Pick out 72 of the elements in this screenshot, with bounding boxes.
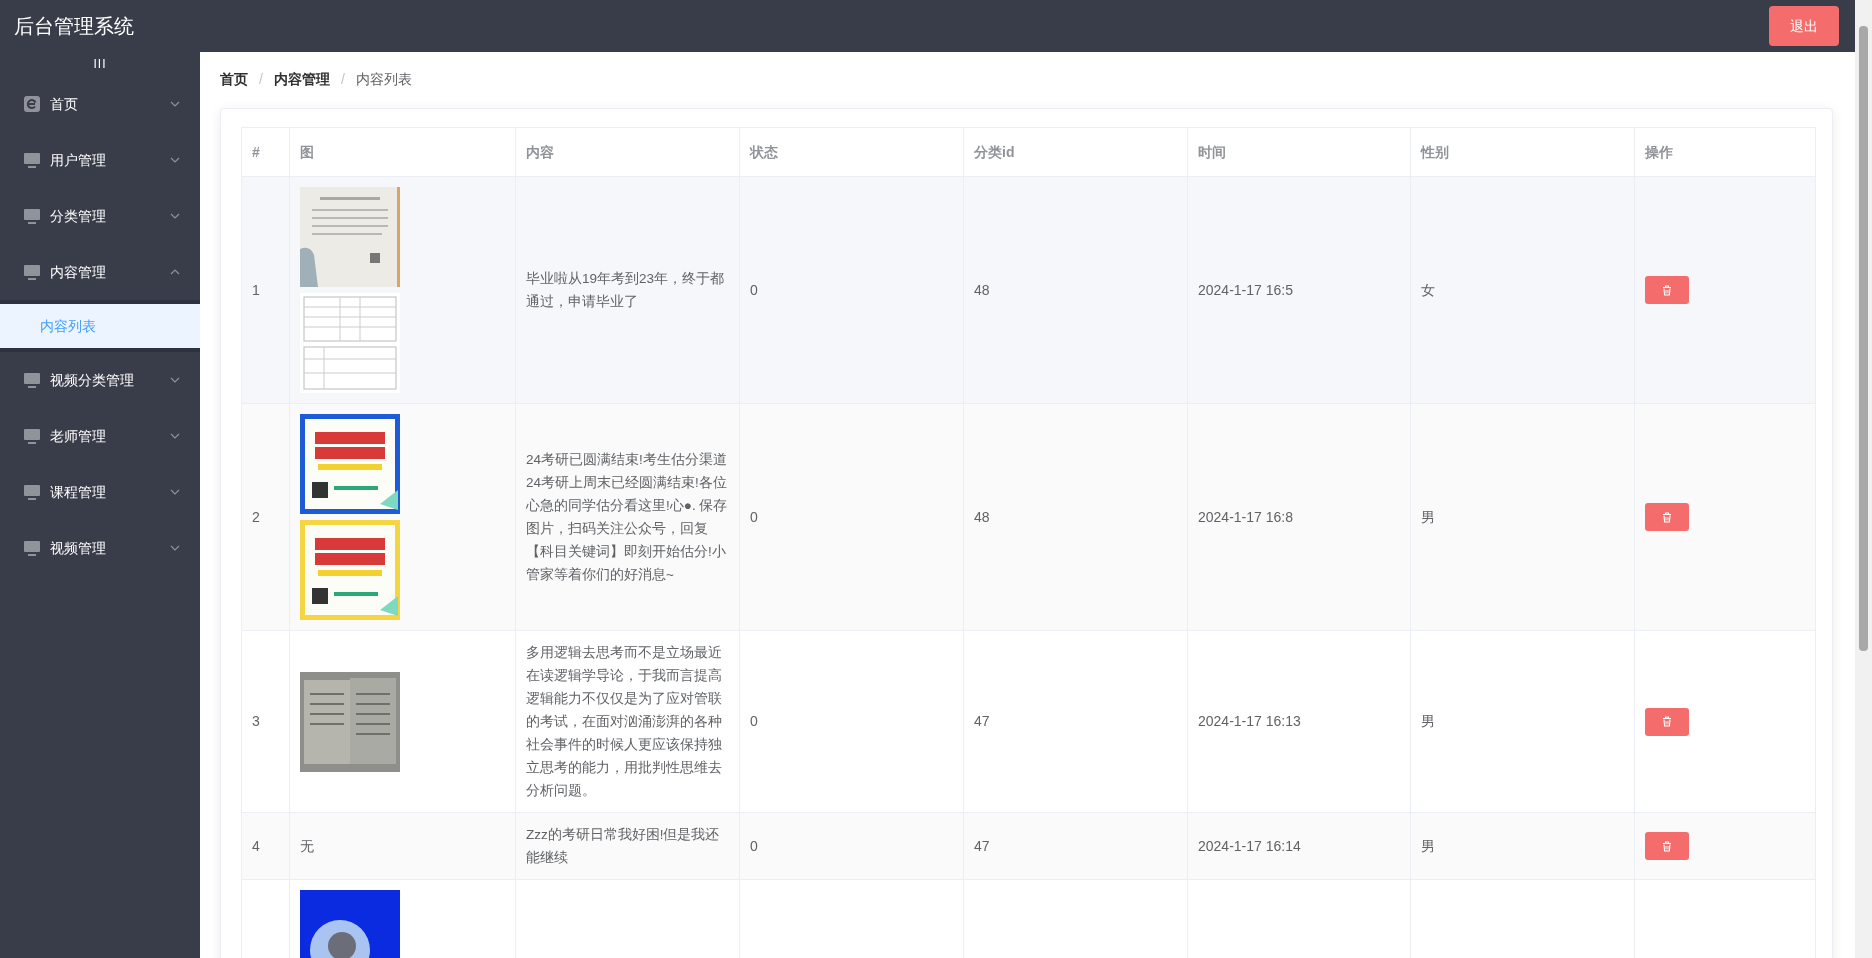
delete-button[interactable] bbox=[1645, 276, 1689, 304]
table-cell: 48 bbox=[974, 508, 990, 525]
menu-item[interactable]: 课程管理 bbox=[0, 464, 200, 520]
table-cell: 2024-1-17 16:8 bbox=[1198, 508, 1293, 525]
delete-button[interactable] bbox=[1645, 707, 1689, 736]
column-header: 状态 bbox=[750, 143, 778, 160]
delete-button[interactable] bbox=[1645, 503, 1689, 531]
row-number: 1 bbox=[252, 281, 260, 298]
menu-item[interactable]: 首页 bbox=[0, 76, 200, 132]
chevron-down-icon bbox=[170, 213, 180, 219]
row-number: 4 bbox=[252, 837, 260, 854]
breadcrumb-separator: / bbox=[259, 69, 263, 89]
table-cell: 48 bbox=[974, 281, 990, 298]
table-cell: 男 bbox=[1421, 837, 1435, 854]
chevron-down-icon bbox=[170, 157, 180, 163]
breadcrumb-current: 内容列表 bbox=[355, 69, 412, 89]
menu-item[interactable]: 内容管理 bbox=[0, 244, 200, 300]
column-header: # bbox=[252, 143, 260, 160]
table-cell: 47 bbox=[974, 713, 990, 729]
delete-button[interactable] bbox=[1645, 832, 1689, 860]
column-header: 时间 bbox=[1198, 143, 1226, 160]
column-header: 操作 bbox=[1645, 143, 1673, 160]
app-title: 后台管理系统 bbox=[14, 14, 134, 39]
monitor-icon bbox=[24, 428, 40, 444]
table-cell: 0 bbox=[750, 508, 758, 525]
chevron-up-icon bbox=[170, 269, 180, 275]
table-cell: 毕业啦从19年考到23年，终于都通过，申请毕业了 bbox=[526, 271, 725, 309]
menu-item[interactable]: 老师管理 bbox=[0, 408, 200, 464]
scrollbar[interactable] bbox=[1855, 0, 1872, 958]
table-cell: 0 bbox=[750, 837, 758, 854]
trash-icon bbox=[1662, 716, 1672, 727]
table-cell: 0 bbox=[750, 281, 758, 298]
monitor-icon bbox=[24, 264, 40, 280]
sidebar-toggle[interactable]: III bbox=[93, 55, 107, 73]
monitor-icon bbox=[24, 152, 40, 168]
trash-icon bbox=[1662, 511, 1672, 523]
table-cell: 多用逻辑去思考而不是立场最近在读逻辑学导论，于我而言提高逻辑能力不仅仅是为了应对管联的考试，在面对汹涌澎湃的各种社会事件的时候人更应该保持独立思考的能力，用批判性思维去分析问题。 bbox=[526, 645, 722, 798]
monitor-icon bbox=[24, 208, 40, 224]
table-cell: 0 bbox=[750, 713, 758, 729]
menu-item[interactable]: 视频管理 bbox=[0, 520, 200, 576]
trash-icon bbox=[1662, 840, 1672, 852]
trash-icon bbox=[1662, 284, 1672, 296]
menu-item[interactable]: 用户管理 bbox=[0, 132, 200, 188]
chevron-down-icon bbox=[170, 377, 180, 383]
column-header: 分类id bbox=[974, 143, 1015, 160]
chevron-down-icon bbox=[170, 101, 180, 107]
menu-item[interactable]: 视频分类管理 bbox=[0, 352, 200, 408]
breadcrumb-link[interactable]: 内容管理 bbox=[273, 68, 330, 90]
table-cell: 女 bbox=[1421, 281, 1435, 298]
table-cell: 无 bbox=[300, 837, 314, 854]
table-cell: 男 bbox=[1421, 713, 1435, 729]
column-header: 图 bbox=[300, 143, 314, 160]
breadcrumb-separator: / bbox=[340, 69, 345, 89]
table-cell: Zzz的考研日常我好困!但是我还能继续 bbox=[526, 827, 720, 865]
row-number: 3 bbox=[252, 713, 260, 729]
row-number: 2 bbox=[252, 508, 260, 525]
monitor-icon bbox=[24, 540, 40, 556]
table-cell: 2024-1-17 16:14 bbox=[1198, 837, 1301, 854]
breadcrumb-link[interactable]: 首页 bbox=[220, 68, 248, 90]
chevron-down-icon bbox=[170, 545, 180, 551]
monitor-icon bbox=[24, 372, 40, 388]
table-cell: 2024-1-17 16:13 bbox=[1198, 713, 1301, 729]
chevron-down-icon bbox=[170, 433, 180, 439]
column-header: 内容 bbox=[526, 143, 554, 160]
column-header: 性别 bbox=[1421, 143, 1449, 160]
table-cell: 男 bbox=[1421, 508, 1435, 525]
menu-item[interactable]: 分类管理 bbox=[0, 188, 200, 244]
table-cell: 2024-1-17 16:5 bbox=[1198, 281, 1293, 298]
table-cell: 47 bbox=[974, 837, 990, 854]
monitor-icon bbox=[24, 484, 40, 500]
chevron-down-icon bbox=[170, 489, 180, 495]
table-cell: 24考研已圆满结束!考生估分渠道24考研上周末已经圆满结束!各位心急的同学估分看这里!心●. 保存图片，扫码关注公众号，回复【科目关键词】即刻开始估分!小管家等着你们的好消息~ bbox=[526, 452, 728, 582]
